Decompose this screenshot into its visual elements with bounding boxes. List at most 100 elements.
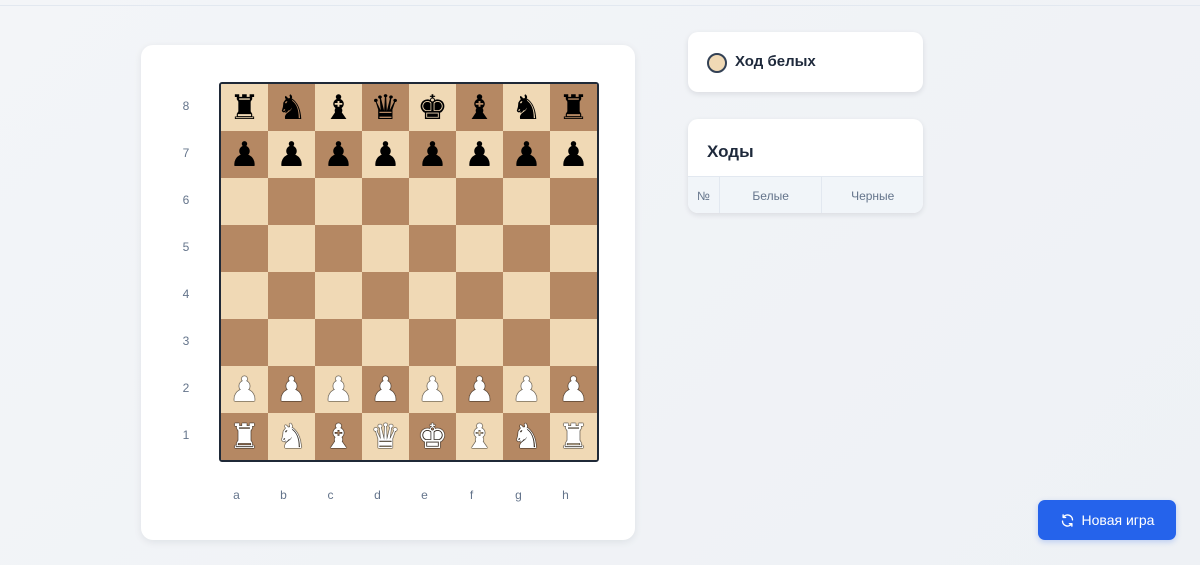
white-rook-icon: ♜: [558, 416, 589, 457]
square-b6[interactable]: [268, 178, 315, 225]
new-game-button[interactable]: Новая игра: [1038, 500, 1176, 540]
square-d6[interactable]: [362, 178, 409, 225]
square-a6[interactable]: [221, 178, 268, 225]
black-knight-icon: ♞: [511, 87, 542, 128]
top-divider: [0, 5, 1200, 6]
square-b5[interactable]: [268, 225, 315, 272]
file-label: b: [280, 488, 287, 502]
square-f8[interactable]: ♝: [456, 84, 503, 131]
square-g7[interactable]: ♟: [503, 131, 550, 178]
square-f3[interactable]: [456, 319, 503, 366]
square-g5[interactable]: [503, 225, 550, 272]
square-c2[interactable]: ♟: [315, 366, 362, 413]
square-f6[interactable]: [456, 178, 503, 225]
square-h5[interactable]: [550, 225, 597, 272]
file-label: g: [515, 488, 522, 502]
square-c3[interactable]: [315, 319, 362, 366]
square-g1[interactable]: ♞: [503, 413, 550, 460]
square-e7[interactable]: ♟: [409, 131, 456, 178]
square-f1[interactable]: ♝: [456, 413, 503, 460]
file-label: f: [469, 488, 474, 502]
square-d7[interactable]: ♟: [362, 131, 409, 178]
square-c1[interactable]: ♝: [315, 413, 362, 460]
square-c7[interactable]: ♟: [315, 131, 362, 178]
square-h8[interactable]: ♜: [550, 84, 597, 131]
turn-indicator-card: Ход белых: [688, 32, 923, 92]
white-pawn-icon: ♟: [558, 369, 589, 410]
white-pawn-icon: ♟: [323, 369, 354, 410]
square-d8[interactable]: ♛: [362, 84, 409, 131]
square-h6[interactable]: [550, 178, 597, 225]
black-knight-icon: ♞: [276, 87, 307, 128]
square-d1[interactable]: ♛: [362, 413, 409, 460]
moves-title: Ходы: [707, 142, 754, 161]
square-f4[interactable]: [456, 272, 503, 319]
square-c6[interactable]: [315, 178, 362, 225]
square-e4[interactable]: [409, 272, 456, 319]
square-b2[interactable]: ♟: [268, 366, 315, 413]
black-bishop-icon: ♝: [464, 87, 495, 128]
square-d5[interactable]: [362, 225, 409, 272]
square-e5[interactable]: [409, 225, 456, 272]
square-g6[interactable]: [503, 178, 550, 225]
white-bishop-icon: ♝: [464, 416, 495, 457]
square-d4[interactable]: [362, 272, 409, 319]
white-pawn-icon: ♟: [229, 369, 260, 410]
square-h4[interactable]: [550, 272, 597, 319]
column-header-white: Белые: [720, 177, 823, 213]
refresh-icon: [1061, 513, 1073, 527]
column-header-number: №: [688, 177, 720, 213]
rank-label: 4: [182, 287, 190, 301]
square-h2[interactable]: ♟: [550, 366, 597, 413]
square-a4[interactable]: [221, 272, 268, 319]
turn-color-indicator: [707, 53, 727, 73]
square-f7[interactable]: ♟: [456, 131, 503, 178]
square-a8[interactable]: ♜: [221, 84, 268, 131]
square-h3[interactable]: [550, 319, 597, 366]
new-game-label: Новая игра: [1081, 512, 1155, 528]
square-b4[interactable]: [268, 272, 315, 319]
black-pawn-icon: ♟: [229, 134, 260, 175]
rank-label: 1: [182, 428, 190, 442]
black-pawn-icon: ♟: [511, 134, 542, 175]
square-e6[interactable]: [409, 178, 456, 225]
white-pawn-icon: ♟: [511, 369, 542, 410]
square-g4[interactable]: [503, 272, 550, 319]
square-a5[interactable]: [221, 225, 268, 272]
square-b1[interactable]: ♞: [268, 413, 315, 460]
square-b7[interactable]: ♟: [268, 131, 315, 178]
square-a3[interactable]: [221, 319, 268, 366]
file-label: e: [421, 488, 428, 502]
file-label: a: [233, 488, 240, 502]
square-c8[interactable]: ♝: [315, 84, 362, 131]
rank-label: 2: [182, 381, 190, 395]
square-e2[interactable]: ♟: [409, 366, 456, 413]
square-g8[interactable]: ♞: [503, 84, 550, 131]
rank-label: 7: [182, 146, 190, 160]
square-a1[interactable]: ♜: [221, 413, 268, 460]
square-d2[interactable]: ♟: [362, 366, 409, 413]
square-a7[interactable]: ♟: [221, 131, 268, 178]
file-label: d: [374, 488, 381, 502]
square-f2[interactable]: ♟: [456, 366, 503, 413]
square-c4[interactable]: [315, 272, 362, 319]
square-b3[interactable]: [268, 319, 315, 366]
square-e8[interactable]: ♚: [409, 84, 456, 131]
square-g3[interactable]: [503, 319, 550, 366]
rank-label: 3: [182, 334, 190, 348]
square-h7[interactable]: ♟: [550, 131, 597, 178]
black-rook-icon: ♜: [558, 87, 589, 128]
square-f5[interactable]: [456, 225, 503, 272]
square-d3[interactable]: [362, 319, 409, 366]
white-rook-icon: ♜: [229, 416, 260, 457]
black-rook-icon: ♜: [229, 87, 260, 128]
square-a2[interactable]: ♟: [221, 366, 268, 413]
file-label: h: [562, 488, 569, 502]
square-b8[interactable]: ♞: [268, 84, 315, 131]
square-c5[interactable]: [315, 225, 362, 272]
square-g2[interactable]: ♟: [503, 366, 550, 413]
square-e1[interactable]: ♚: [409, 413, 456, 460]
black-pawn-icon: ♟: [370, 134, 401, 175]
square-e3[interactable]: [409, 319, 456, 366]
square-h1[interactable]: ♜: [550, 413, 597, 460]
